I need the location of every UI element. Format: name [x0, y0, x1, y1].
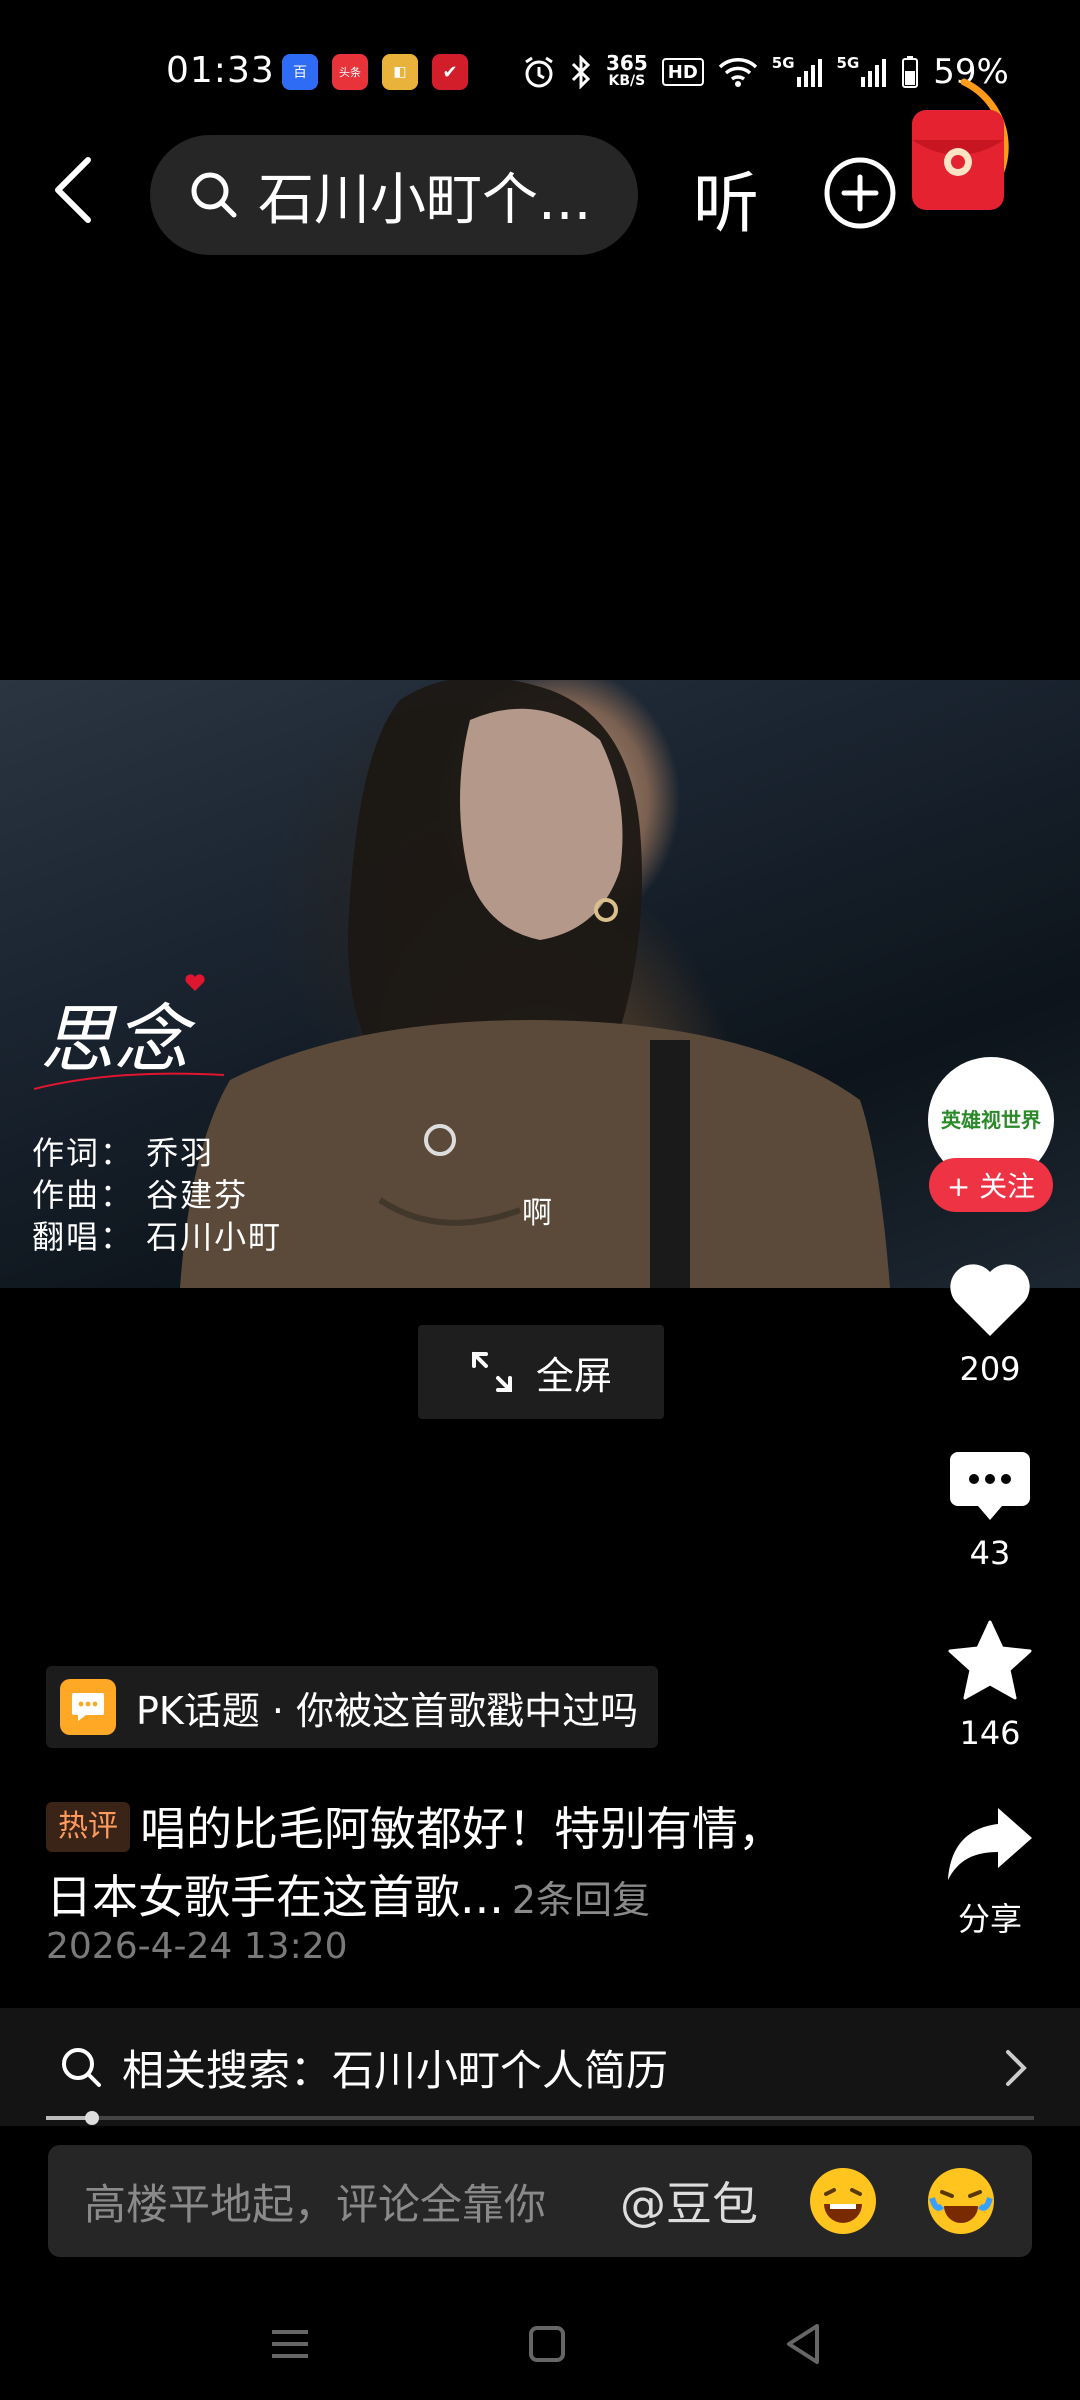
notification-icons: 百 头条 ◧ ✔: [282, 54, 468, 90]
comment-placeholder: 高楼平地起，评论全靠你: [84, 2179, 547, 2229]
lyricist-credit: 作词： 乔羽: [32, 1134, 215, 1172]
network-speed: 365 KB/S: [606, 51, 648, 89]
pk-topic-tag[interactable]: PK话题 · 你被这首歌戳中过吗: [46, 1666, 659, 1748]
fullscreen-button[interactable]: 全屏: [418, 1325, 664, 1419]
search-icon: [62, 2048, 101, 2087]
like-count: 209: [959, 1350, 1021, 1388]
baidu-app-icon: 百: [282, 54, 318, 90]
heart-decoration-icon: [185, 974, 205, 991]
comment-input-bar[interactable]: 高楼平地起，评论全靠你 @豆包: [48, 2145, 1032, 2257]
hot-comment-badge: 热评: [46, 1801, 130, 1852]
signal-icon-1: 5G: [772, 54, 823, 90]
playback-progress-bar[interactable]: [46, 2111, 1034, 2125]
share-button[interactable]: 分享: [940, 1806, 1040, 1940]
plus-circle-icon: [824, 157, 896, 229]
back-button[interactable]: [40, 150, 112, 230]
bluetooth-icon: [570, 54, 592, 90]
comment-bubble-icon: [950, 1452, 1030, 1520]
search-box[interactable]: 石川小町个...: [150, 135, 638, 255]
crying-laughing-emoji-button[interactable]: [928, 2168, 994, 2234]
chat-icon: [60, 1679, 116, 1735]
follow-button[interactable]: + 关注: [929, 1158, 1053, 1212]
alarm-icon: [522, 54, 556, 90]
heart-icon: [950, 1264, 1030, 1336]
red-packet-icon: [912, 78, 1009, 210]
home-nav-icon[interactable]: [517, 2314, 577, 2374]
title-underline: [33, 1072, 225, 1090]
avatar-text: 英雄视世界: [941, 1108, 1041, 1132]
system-navigation-bar: [0, 2300, 1080, 2400]
share-label: 分享: [957, 1900, 1022, 1938]
search-query: 石川小町个...: [258, 167, 592, 233]
laughing-emoji-button[interactable]: [810, 2168, 876, 2234]
video-subtitle: 啊: [522, 1196, 552, 1231]
signal-icon-2: 5G: [837, 54, 888, 90]
app3-icon: ◧: [382, 54, 418, 90]
comment-button[interactable]: 43: [940, 1450, 1040, 1572]
singer-credit: 翻唱： 石川小町: [32, 1218, 283, 1256]
back-nav-icon[interactable]: [775, 2314, 835, 2374]
laughing-emoji-icon: [812, 2170, 874, 2232]
composer-credit: 作曲： 谷建芬: [32, 1176, 249, 1214]
chevron-right-icon: [1006, 2050, 1027, 2086]
favorite-button[interactable]: 146: [940, 1620, 1040, 1752]
video-player[interactable]: 思念 作词： 乔羽 作曲： 谷建芬 翻唱： 石川小町 啊: [0, 680, 1080, 1288]
red-packet-reward[interactable]: [904, 70, 1034, 230]
hot-comment-text: 唱的比毛阿敏都好！特别有情，日本女歌手在这首歌...: [46, 1802, 784, 1924]
favorite-count: 146: [959, 1714, 1021, 1752]
listen-button[interactable]: 听: [693, 150, 759, 246]
hd-icon: HD: [661, 58, 704, 86]
fullscreen-label: 全屏: [535, 1353, 612, 1398]
expand-icon: [471, 1352, 512, 1392]
status-time: 01:33: [166, 50, 275, 91]
toutiao-app-icon: 头条: [332, 54, 368, 90]
hot-comment[interactable]: 热评 唱的比毛阿敏都好！特别有情，日本女歌手在这首歌... 2条回复: [46, 1795, 806, 1934]
star-icon: [948, 1620, 1032, 1700]
wifi-icon: [718, 54, 758, 90]
pk-topic-text: PK话题 · 你被这首歌戳中过吗: [136, 1688, 639, 1733]
search-icon: [191, 172, 237, 218]
related-search-text: 相关搜索：石川小町个人简历: [122, 2045, 669, 2095]
back-arrow-icon: [55, 157, 91, 223]
comment-count: 43: [969, 1534, 1011, 1572]
app4-icon: ✔: [432, 54, 468, 90]
reply-count[interactable]: 2条回复: [512, 1878, 650, 1922]
share-arrow-icon: [948, 1808, 1032, 1880]
add-button[interactable]: [822, 155, 898, 231]
related-search-bar[interactable]: 相关搜索：石川小町个人简历: [0, 2008, 1080, 2126]
crying-laughing-emoji-icon: [929, 2170, 993, 2232]
like-button[interactable]: 209: [940, 1262, 1040, 1388]
menu-nav-icon[interactable]: [260, 2314, 320, 2374]
comment-timestamp: 2026-4-24 13:20: [46, 1926, 348, 1967]
mention-doubao-button[interactable]: @豆包: [620, 2168, 758, 2234]
